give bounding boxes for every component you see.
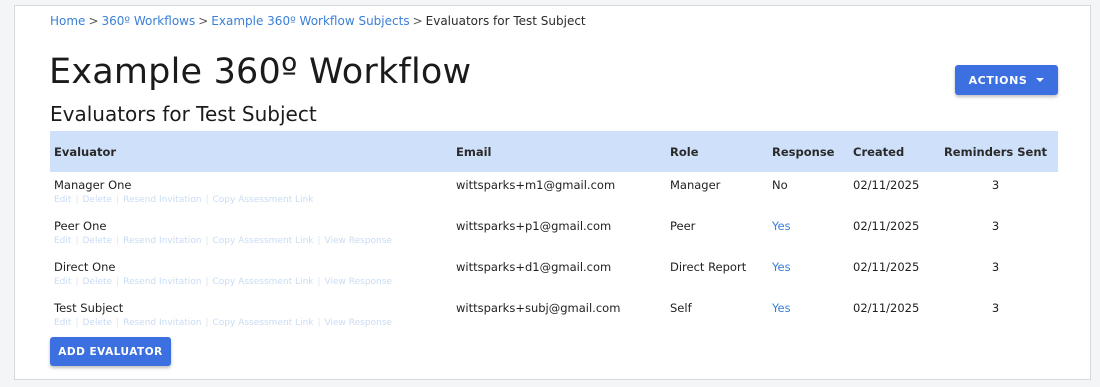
actions-button-label: ACTIONS (968, 73, 1028, 87)
column-header-response[interactable]: Response (768, 131, 849, 172)
delete-link[interactable]: Delete (82, 195, 112, 205)
breadcrumb-home[interactable]: Home (50, 14, 85, 28)
page-title: Example 360º Workflow (49, 52, 472, 92)
copy-assessment-link[interactable]: Copy Assessment Link (213, 318, 314, 328)
breadcrumb-separator: > (88, 14, 99, 28)
delete-link[interactable]: Delete (82, 318, 112, 328)
copy-assessment-link[interactable]: Copy Assessment Link (213, 277, 314, 287)
resend-invitation-link[interactable]: Resend Invitation (123, 195, 201, 205)
row-actions: Edit | Delete | Resend Invitation | Copy Asses… (54, 277, 392, 287)
table-row: Direct One Edit | Delete | Resend Invitation… (50, 254, 1058, 295)
breadcrumb-workflows[interactable]: 360º Workflows (102, 14, 196, 28)
created-cell: 02/11/2025 (853, 178, 920, 192)
resend-invitation-link[interactable]: Resend Invitation (123, 318, 201, 328)
column-header-role[interactable]: Role (666, 131, 768, 172)
reminders-sent-cell: 3 (991, 260, 1000, 274)
role-cell: Peer (670, 219, 696, 233)
reminders-sent-cell: 3 (991, 219, 1000, 233)
evaluator-name: Manager One (54, 178, 132, 192)
role-cell: Self (670, 301, 692, 315)
created-cell: 02/11/2025 (853, 301, 920, 315)
view-response-link[interactable]: View Response (325, 277, 392, 287)
evaluators-table: Evaluator Email Role Response Created Re… (50, 131, 1058, 336)
column-header-reminders-sent[interactable]: Reminders Sent (933, 131, 1058, 172)
row-actions: Edit | Delete | Resend Invitation | Copy Asses… (54, 318, 392, 328)
delete-link[interactable]: Delete (82, 277, 112, 287)
breadcrumb-workflow-subjects[interactable]: Example 360º Workflow Subjects (211, 14, 409, 28)
row-actions: Edit | Delete | Resend Invitation | Copy Asses… (54, 195, 314, 205)
response-cell: Yes (768, 213, 849, 254)
response-cell: Yes (768, 254, 849, 295)
email-cell: wittsparks+m1@gmail.com (456, 178, 616, 192)
table-row: Manager One Edit | Delete | Resend Invitatio… (50, 172, 1058, 213)
resend-invitation-link[interactable]: Resend Invitation (123, 277, 201, 287)
column-header-created[interactable]: Created (849, 131, 933, 172)
edit-link[interactable]: Edit (54, 195, 71, 205)
add-evaluator-button[interactable]: ADD EVALUATOR (50, 337, 171, 366)
edit-link[interactable]: Edit (54, 236, 71, 246)
table-header-row: Evaluator Email Role Response Created Re… (50, 131, 1058, 172)
row-actions: Edit | Delete | Resend Invitation | Copy Asses… (54, 236, 392, 246)
breadcrumb: Home >360º Workflows > Example 360º Workflo… (50, 13, 586, 29)
evaluator-name: Direct One (54, 260, 116, 274)
view-response-link[interactable]: View Response (325, 236, 392, 246)
column-header-evaluator[interactable]: Evaluator (50, 131, 452, 172)
response-cell: No (772, 178, 788, 192)
role-cell: Direct Report (670, 260, 747, 274)
copy-assessment-link[interactable]: Copy Assessment Link (213, 236, 314, 246)
created-cell: 02/11/2025 (853, 219, 920, 233)
email-cell: wittsparks+p1@gmail.com (456, 219, 612, 233)
evaluator-name: Test Subject (54, 301, 124, 315)
created-cell: 02/11/2025 (853, 260, 920, 274)
actions-button[interactable]: ACTIONS (955, 65, 1058, 95)
delete-link[interactable]: Delete (82, 236, 112, 246)
evaluator-cell: Direct One Edit | Delete | Resend Invitation… (50, 254, 452, 295)
evaluator-cell: Peer One Edit | Delete | Resend Invitation | C… (50, 213, 452, 254)
copy-assessment-link[interactable]: Copy Assessment Link (213, 195, 314, 205)
table-row: Test Subject Edit | Delete | Resend Invitati… (50, 295, 1058, 336)
caret-down-icon (1036, 78, 1045, 82)
response-cell: Yes (768, 295, 849, 336)
response-yes-link[interactable]: Yes (772, 260, 791, 274)
reminders-sent-cell: 3 (991, 178, 1000, 192)
response-yes-link[interactable]: Yes (772, 301, 791, 315)
evaluator-cell: Test Subject Edit | Delete | Resend Invitati… (50, 295, 452, 336)
main-card: Home >360º Workflows > Example 360º Workflo… (14, 5, 1091, 380)
breadcrumb-separator: > (412, 14, 423, 28)
column-header-email[interactable]: Email (452, 131, 666, 172)
view-response-link[interactable]: View Response (325, 318, 392, 328)
reminders-sent-cell: 3 (991, 301, 1000, 315)
email-cell: wittsparks+d1@gmail.com (456, 260, 612, 274)
role-cell: Manager (670, 178, 721, 192)
table-row: Peer One Edit | Delete | Resend Invitation | C… (50, 213, 1058, 254)
email-cell: wittsparks+subj@gmail.com (456, 301, 621, 315)
edit-link[interactable]: Edit (54, 318, 71, 328)
breadcrumb-separator: > (198, 14, 209, 28)
edit-link[interactable]: Edit (54, 277, 71, 287)
resend-invitation-link[interactable]: Resend Invitation (123, 236, 201, 246)
evaluator-cell: Manager One Edit | Delete | Resend Invitatio… (50, 172, 452, 213)
response-yes-link[interactable]: Yes (772, 219, 791, 233)
breadcrumb-current: Evaluators for Test Subject (425, 14, 586, 28)
evaluator-name: Peer One (54, 219, 107, 233)
page-subtitle: Evaluators for Test Subject (50, 102, 317, 126)
